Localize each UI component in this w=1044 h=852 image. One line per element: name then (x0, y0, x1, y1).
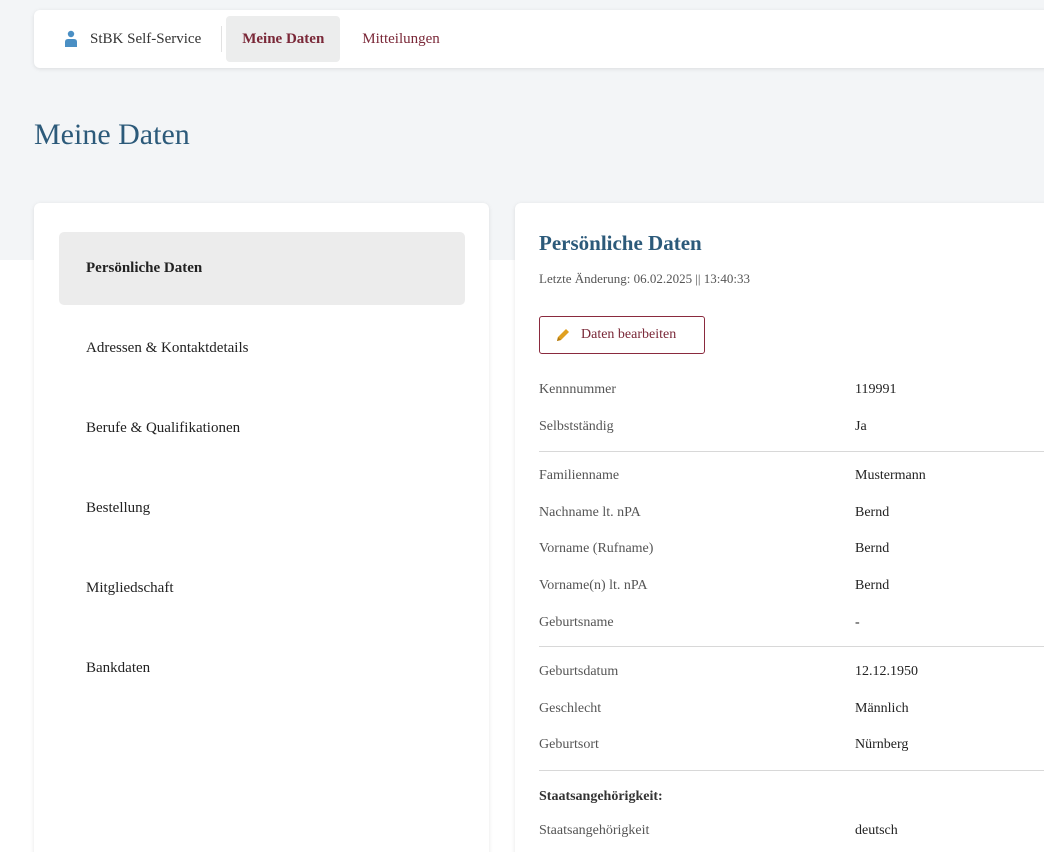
detail-row: Geschlecht Männlich (539, 698, 1044, 720)
detail-label: Staatsangehörigkeit (539, 823, 650, 838)
divider (539, 646, 1044, 647)
detail-value: Bernd (855, 505, 890, 520)
detail-label: Kennnummer (539, 382, 616, 397)
last-change-timestamp: Letzte Änderung: 06.02.2025 || 13:40:33 (539, 271, 751, 286)
detail-row: Selbstständig Ja (539, 416, 1044, 438)
sidebar: Persönliche Daten Adressen & Kontaktdeta… (34, 203, 489, 852)
detail-label: Geburtsort (539, 737, 599, 752)
sidebar-item-adressen[interactable]: Adressen & Kontaktdetails (59, 312, 465, 385)
sidebar-item-berufe[interactable]: Berufe & Qualifikationen (59, 392, 465, 465)
detail-value: Männlich (855, 701, 909, 716)
detail-row: Kennnummer 119991 (539, 379, 1044, 401)
detail-label: Nachname lt. nPA (539, 505, 641, 520)
top-navigation: StBK Self-Service Meine Daten Mitteilung… (34, 10, 1044, 68)
edit-data-button[interactable]: Daten bearbeiten (539, 316, 705, 354)
brand-label: StBK Self-Service (90, 30, 202, 47)
page-title: Meine Daten (34, 118, 190, 151)
detail-value: Bernd (855, 541, 890, 556)
detail-row: Geburtsdatum 12.12.1950 (539, 661, 1044, 683)
tab-mitteilungen[interactable]: Mitteilungen (346, 16, 456, 62)
sidebar-item-bankdaten[interactable]: Bankdaten (59, 632, 465, 705)
detail-row: Geburtsort Nürnberg (539, 734, 1044, 756)
detail-row: Nachname lt. nPA Bernd (539, 502, 1044, 524)
sidebar-item-mitgliedschaft[interactable]: Mitgliedschaft (59, 552, 465, 625)
pencil-icon (554, 326, 572, 344)
sidebar-item-persoenliche-daten[interactable]: Persönliche Daten (59, 232, 465, 305)
divider (539, 451, 1044, 452)
brand-link[interactable]: StBK Self-Service (34, 26, 223, 52)
detail-row: Staatsangehörigkeit deutsch (539, 820, 1044, 842)
detail-value: Ja (855, 419, 867, 434)
detail-value: Nürnberg (855, 737, 909, 752)
details-panel: Persönliche Daten Letzte Änderung: 06.02… (515, 203, 1044, 852)
detail-value: - (855, 615, 860, 630)
detail-value: 12.12.1950 (855, 664, 918, 679)
detail-value: Bernd (855, 578, 890, 593)
user-icon (64, 30, 78, 48)
detail-label: Selbstständig (539, 419, 614, 434)
sidebar-item-bestellung[interactable]: Bestellung (59, 472, 465, 545)
detail-row: Vorname (Rufname) Bernd (539, 538, 1044, 560)
tab-meine-daten[interactable]: Meine Daten (226, 16, 341, 62)
detail-label: Geburtsdatum (539, 664, 619, 679)
detail-label: Familienname (539, 468, 620, 483)
detail-value: deutsch (855, 823, 898, 838)
detail-row: Familienname Mustermann (539, 465, 1044, 487)
detail-value: 119991 (855, 382, 897, 397)
detail-value: Mustermann (855, 468, 926, 483)
section-title: Persönliche Daten (539, 231, 702, 255)
detail-row: Vorname(n) lt. nPA Bernd (539, 575, 1044, 597)
detail-label: Vorname (Rufname) (539, 541, 654, 556)
detail-label: Vorname(n) lt. nPA (539, 578, 648, 593)
detail-label: Geschlecht (539, 701, 602, 716)
detail-row: Geburtsname - (539, 612, 1044, 634)
divider (539, 770, 1044, 771)
detail-label: Geburtsname (539, 615, 614, 630)
edit-data-label: Daten bearbeiten (581, 327, 677, 342)
nationality-heading: Staatsangehörigkeit: (539, 789, 663, 804)
